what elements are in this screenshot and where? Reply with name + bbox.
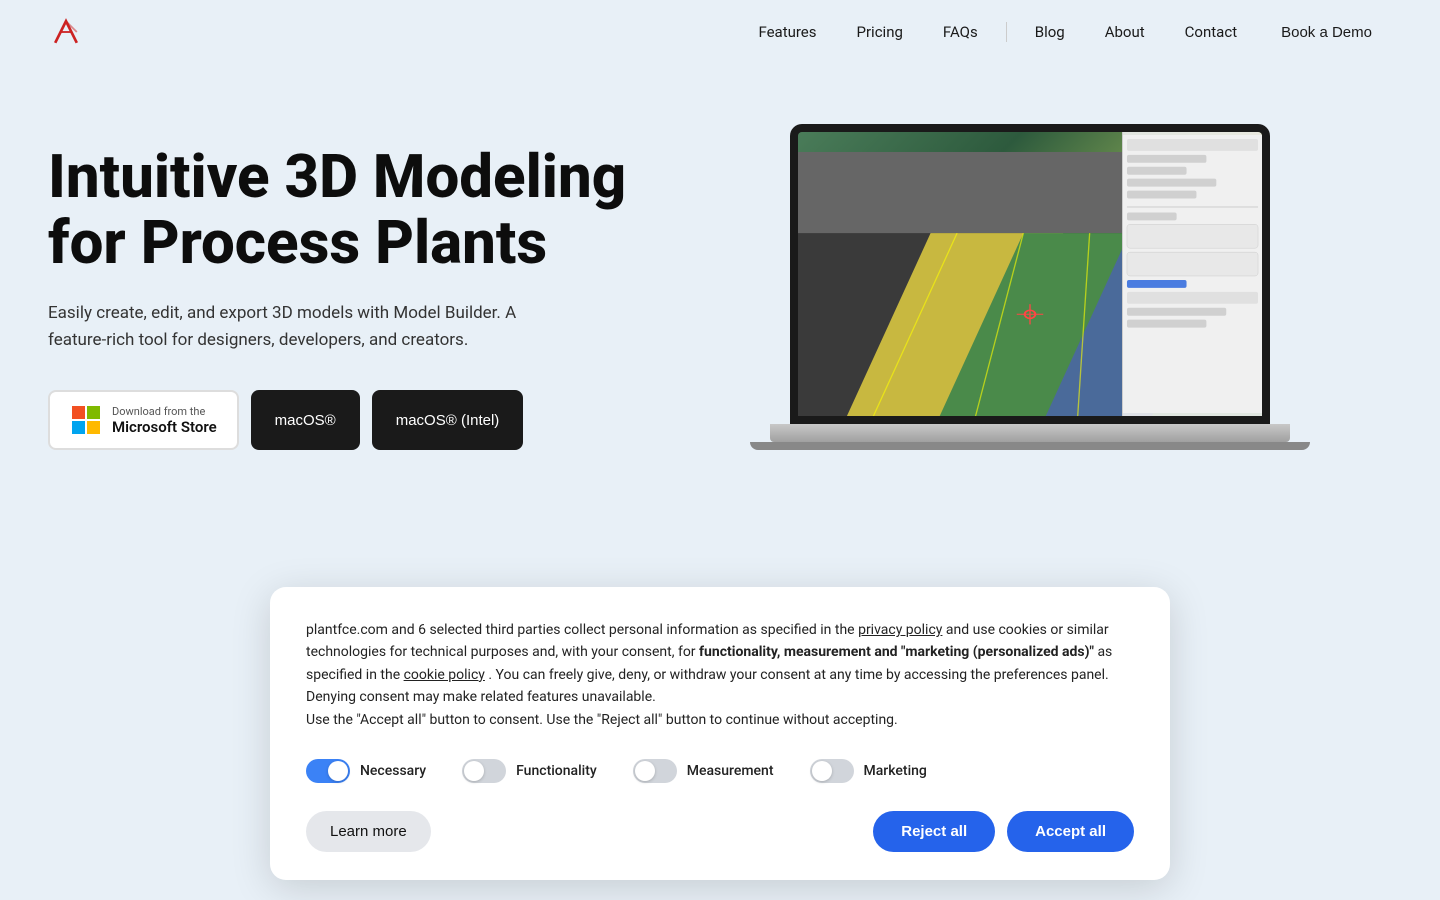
hero-buttons: Download from the Microsoft Store macOS®…	[48, 390, 628, 450]
book-demo-button[interactable]: Book a Demo	[1261, 14, 1392, 51]
microsoft-line1: Download from the	[112, 405, 217, 418]
nav-about[interactable]: About	[1089, 15, 1161, 49]
functionality-label: Functionality	[516, 763, 597, 779]
measurement-label: Measurement	[687, 763, 774, 779]
toggle-functionality: Functionality	[462, 759, 597, 783]
toggle-measurement: Measurement	[633, 759, 774, 783]
cookie-bold-text: functionality, measurement and "marketin…	[699, 644, 1094, 660]
toggle-marketing: Marketing	[810, 759, 927, 783]
cookie-policy-link[interactable]: cookie policy	[404, 667, 485, 683]
nav-blog[interactable]: Blog	[1019, 15, 1081, 49]
cookie-toggles: Necessary Functionality Measurement	[306, 759, 1134, 783]
functionality-toggle[interactable]	[462, 759, 506, 783]
navbar: Features Pricing FAQs Blog About Contact…	[0, 0, 1440, 64]
nav-divider	[1006, 22, 1007, 42]
macos-button[interactable]: macOS®	[251, 390, 360, 450]
cookie-action-buttons: Reject all Accept all	[873, 811, 1134, 852]
microsoft-line2: Microsoft Store	[112, 418, 217, 436]
cookie-overlay: plantfce.com and 6 selected third partie…	[0, 587, 1440, 900]
hero-left: Intuitive 3D Modeling for Process Plants…	[48, 124, 628, 450]
hero-right	[668, 124, 1392, 504]
hero-section: Intuitive 3D Modeling for Process Plants…	[0, 64, 1440, 544]
necessary-toggle[interactable]	[306, 759, 350, 783]
laptop-screen	[790, 124, 1270, 424]
nav-features[interactable]: Features	[742, 15, 832, 49]
measurement-toggle[interactable]	[633, 759, 677, 783]
nav-faqs[interactable]: FAQs	[927, 15, 994, 49]
necessary-label: Necessary	[360, 763, 426, 779]
accept-all-button[interactable]: Accept all	[1007, 811, 1134, 852]
cookie-actions: Learn more Reject all Accept all	[306, 811, 1134, 852]
marketing-toggle[interactable]	[810, 759, 854, 783]
cookie-text: plantfce.com and 6 selected third partie…	[306, 619, 1134, 731]
nav-links: Features Pricing FAQs Blog About Contact…	[742, 14, 1392, 51]
hero-title: Intuitive 3D Modeling for Process Plants	[48, 144, 628, 276]
reject-all-button[interactable]: Reject all	[873, 811, 995, 852]
marketing-label: Marketing	[864, 763, 927, 779]
macos-intel-button[interactable]: macOS® (Intel)	[372, 390, 524, 450]
cookie-banner: plantfce.com and 6 selected third partie…	[270, 587, 1170, 880]
laptop-mockup	[740, 124, 1320, 504]
nav-contact[interactable]: Contact	[1169, 15, 1253, 49]
nav-pricing[interactable]: Pricing	[841, 15, 919, 49]
toggle-necessary: Necessary	[306, 759, 426, 783]
learn-more-button[interactable]: Learn more	[306, 811, 431, 852]
microsoft-store-button[interactable]: Download from the Microsoft Store	[48, 390, 239, 450]
logo[interactable]	[48, 14, 84, 50]
hero-subtitle: Easily create, edit, and export 3D model…	[48, 300, 528, 354]
privacy-policy-link[interactable]: privacy policy	[858, 622, 942, 638]
